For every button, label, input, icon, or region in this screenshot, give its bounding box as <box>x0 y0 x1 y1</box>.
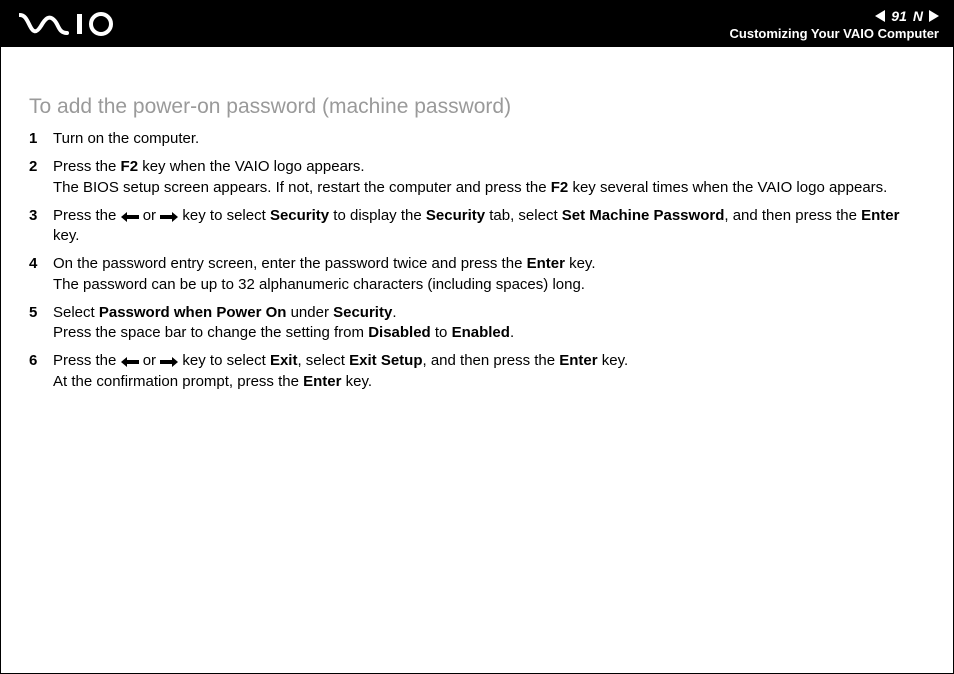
page-number: 91 <box>891 8 907 24</box>
page-header: 91 N Customizing Your VAIO Computer <box>1 1 953 47</box>
step-item: Press the or key to select Security to d… <box>29 206 925 247</box>
page-navigator: 91 N <box>875 8 939 24</box>
steps-list: Turn on the computer. Press the F2 key w… <box>29 129 925 392</box>
step-body: On the password entry screen, enter the … <box>53 254 925 295</box>
step-item: Select Password when Power On under Secu… <box>29 303 925 344</box>
vaio-logo <box>19 12 139 36</box>
step-body: Press the or key to select Security to d… <box>53 206 925 247</box>
arrow-right-icon <box>160 206 178 226</box>
step-body: Select Password when Power On under Secu… <box>53 303 925 344</box>
header-right: 91 N Customizing Your VAIO Computer <box>730 8 939 41</box>
breadcrumb: Customizing Your VAIO Computer <box>730 26 939 41</box>
step-body: Press the F2 key when the VAIO logo appe… <box>53 157 925 198</box>
step-item: On the password entry screen, enter the … <box>29 254 925 295</box>
step-body: Press the or key to select Exit, select … <box>53 351 925 392</box>
arrow-right-icon <box>160 351 178 371</box>
section-title: To add the power-on password (machine pa… <box>29 95 925 119</box>
prev-page-icon[interactable] <box>875 10 885 22</box>
step-body: Turn on the computer. <box>53 129 925 149</box>
page-content: To add the power-on password (machine pa… <box>1 47 953 392</box>
step-item: Press the F2 key when the VAIO logo appe… <box>29 157 925 198</box>
n-label: N <box>913 8 923 24</box>
step-item: Press the or key to select Exit, select … <box>29 351 925 392</box>
arrow-left-icon <box>121 206 139 226</box>
next-page-icon[interactable] <box>929 10 939 22</box>
step-item: Turn on the computer. <box>29 129 925 149</box>
arrow-left-icon <box>121 351 139 371</box>
